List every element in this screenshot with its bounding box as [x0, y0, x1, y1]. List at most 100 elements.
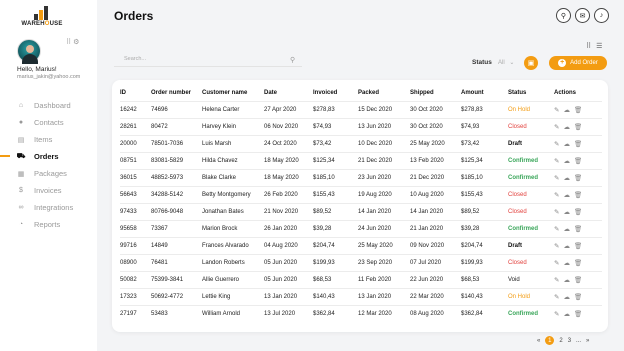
cell-invoiced: $39,28 [313, 219, 358, 237]
trash-icon[interactable]: 🗑 [574, 294, 586, 301]
sidebar-item-label: Packages [34, 169, 67, 178]
status-badge: Void [508, 270, 554, 288]
pagination-next[interactable]: » [586, 338, 589, 344]
gear-icon[interactable]: ⚙ [73, 39, 81, 46]
cloud-icon[interactable]: ☁ [563, 277, 574, 284]
messages-button[interactable]: ✉ [575, 8, 590, 23]
cloud-icon[interactable]: ☁ [563, 141, 574, 148]
trash-icon[interactable]: 🗑 [574, 175, 586, 182]
column-header-invoiced[interactable]: Invoiced [313, 85, 358, 101]
pagination-prev[interactable]: « [537, 338, 540, 344]
cloud-icon[interactable]: ☁ [563, 107, 574, 114]
table-row[interactable]: 99716 14849 Frances Alvarado 04 Aug 2020 $20… [120, 236, 602, 254]
user-icon: ● [18, 119, 24, 126]
column-header-customer-name[interactable]: Customer name [202, 85, 264, 101]
sidebar-item-label: Items [34, 135, 53, 144]
search-icon[interactable]: ⚲ [290, 56, 295, 64]
column-header-shipped[interactable]: Shipped [410, 85, 461, 101]
cloud-icon[interactable]: ☁ [563, 311, 574, 318]
cell-order-number: 78501-7036 [151, 134, 202, 152]
cell-invoiced: $73,42 [313, 134, 358, 152]
cell-customer-name: Helena Carter [202, 100, 264, 118]
avatar[interactable] [17, 39, 41, 64]
sidebar-item-label: Contacts [34, 118, 64, 127]
table-row[interactable]: 08751 83081-5829 Hilda Chavez 18 May 2020 $1… [120, 151, 602, 169]
sidebar-tools: ⠿⚙ [66, 38, 81, 46]
sidebar-item-dashboard[interactable]: ⌂ Dashboard [0, 97, 97, 114]
orders-card: ID Order number Customer name Date Invoi… [112, 80, 608, 332]
table-row[interactable]: 17323 50692-4772 Lettie King 13 Jan 2020 $14… [120, 287, 602, 305]
trash-icon[interactable]: 🗑 [574, 107, 586, 114]
cell-date: 26 Jan 2020 [264, 219, 313, 237]
table-row[interactable]: 20000 78501-7036 Luis Marsh 24 Oct 2020 $73,… [120, 134, 602, 152]
trash-icon[interactable]: 🗑 [574, 141, 586, 148]
trash-icon[interactable]: 🗑 [574, 277, 586, 284]
search-input[interactable] [124, 56, 284, 62]
notifications-button[interactable]: ♪ [594, 8, 609, 23]
warehouse-logo[interactable]: WAREHOUSE [20, 6, 64, 32]
row-actions: ✎☁🗑 [554, 151, 602, 169]
table-row[interactable]: 95658 73367 Marion Brock 26 Jan 2020 $39,28 2… [120, 219, 602, 237]
table-row[interactable]: 27197 53483 William Arnold 13 Jul 2020 $362,… [120, 304, 602, 322]
sidebar-item-integrations[interactable]: ∞ Integrations [0, 199, 97, 216]
sidebar-item-packages[interactable]: ▦ Packages [0, 165, 97, 182]
cloud-icon[interactable]: ☁ [563, 192, 574, 199]
pagination-page-3[interactable]: 3 [568, 338, 571, 344]
cell-id: 08751 [120, 151, 151, 169]
table-row[interactable]: 50082 75399-3841 Allie Guerrero 05 Jun 2020… [120, 270, 602, 288]
list-view-icon[interactable]: ☰ [596, 43, 602, 50]
cell-packed: 13 Jan 2020 [358, 287, 410, 305]
calendar-button[interactable]: ▣ [524, 56, 538, 70]
sidebar-item-contacts[interactable]: ● Contacts [0, 114, 97, 131]
pagination-page-2[interactable]: 2 [559, 338, 562, 344]
table-row[interactable]: 56643 34288-5142 Betty Montgomery 26 Feb 20… [120, 185, 602, 203]
table-row[interactable]: 97433 80766-9048 Jonathan Bates 21 Nov 2020… [120, 202, 602, 220]
sidebar-item-items[interactable]: ▤ Items [0, 131, 97, 148]
cloud-icon[interactable]: ☁ [563, 124, 574, 131]
table-row[interactable]: 28261 80472 Harvey Klein 06 Nov 2020 $74,93 1… [120, 117, 602, 135]
column-header-id[interactable]: ID [120, 85, 151, 101]
column-header-order-number[interactable]: Order number [151, 85, 202, 101]
pagination-page-1[interactable]: 1 [545, 336, 555, 345]
trash-icon[interactable]: 🗑 [574, 192, 586, 199]
column-header-status[interactable]: Status [508, 85, 554, 101]
trash-icon[interactable]: 🗑 [574, 158, 586, 165]
cloud-icon[interactable]: ☁ [563, 294, 574, 301]
trash-icon[interactable]: 🗑 [574, 311, 586, 318]
trash-icon[interactable]: 🗑 [574, 243, 586, 250]
app-window: WAREHOUSE ⠿⚙ Hello, Marius! marius_jakin… [0, 0, 624, 351]
trash-icon[interactable]: 🗑 [574, 260, 586, 267]
package-icon: ▦ [17, 170, 25, 178]
page-title: Orders [114, 9, 154, 23]
status-badge: Draft [508, 134, 554, 152]
search-button[interactable]: ⚲ [556, 8, 571, 23]
column-header-amount[interactable]: Amount [461, 85, 508, 101]
sidebar-item-orders[interactable]: ⛟ Orders [0, 148, 97, 165]
cell-invoiced: $204,74 [313, 236, 358, 254]
cloud-icon[interactable]: ☁ [563, 175, 574, 182]
trash-icon[interactable]: 🗑 [574, 209, 586, 216]
status-badge: Closed [508, 202, 554, 220]
table-header-row: ID Order number Customer name Date Invoi… [120, 85, 602, 101]
trash-icon[interactable]: 🗑 [574, 124, 586, 131]
cloud-icon[interactable]: ☁ [563, 158, 574, 165]
sidebar-item-reports[interactable]: ◔ Reports [0, 216, 97, 233]
cell-amount: $89,52 [461, 202, 508, 220]
table-row[interactable]: 36015 48852-5973 Blake Clarke 18 May 2020 $1… [120, 168, 602, 186]
trash-icon[interactable]: 🗑 [574, 226, 586, 233]
column-header-packed[interactable]: Packed [358, 85, 410, 101]
cell-shipped: 22 Mar 2020 [410, 287, 461, 305]
add-order-button[interactable]: + Add Order [549, 56, 607, 70]
cloud-icon[interactable]: ☁ [563, 226, 574, 233]
sidebar-item-invoices[interactable]: $ Invoices [0, 182, 97, 199]
table-row[interactable]: 16242 74696 Helena Carter 27 Apr 2020 $278,8… [120, 100, 602, 118]
cloud-icon[interactable]: ☁ [563, 209, 574, 216]
status-filter-select[interactable]: All ⌄ [498, 59, 514, 66]
cloud-icon[interactable]: ☁ [563, 260, 574, 267]
cell-id: 28261 [120, 117, 151, 135]
grid-view-icon[interactable]: ⠿ [586, 43, 591, 50]
column-header-date[interactable]: Date [264, 85, 313, 101]
cloud-icon[interactable]: ☁ [563, 243, 574, 250]
cell-id: 20000 [120, 134, 151, 152]
table-row[interactable]: 08900 76481 Landon Roberts 05 Jun 2020 $199,… [120, 253, 602, 271]
